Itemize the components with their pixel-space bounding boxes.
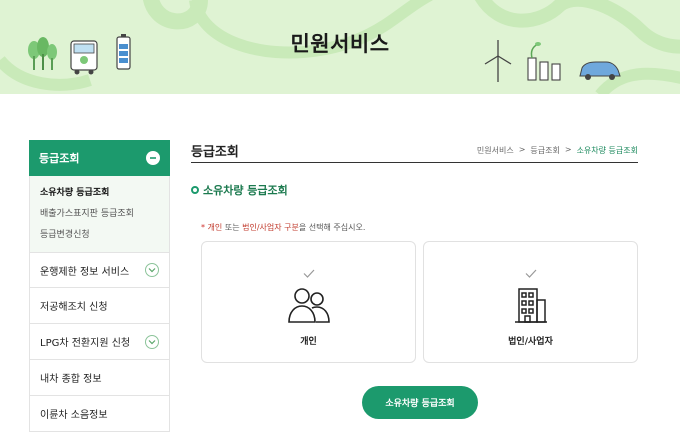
- breadcrumb-current: 소유차량 등급조회: [576, 146, 638, 155]
- check-icon: [202, 263, 415, 282]
- submenu-item-grade-change[interactable]: 등급변경신청: [40, 225, 169, 246]
- breadcrumb-item[interactable]: 민원서비스: [477, 145, 514, 156]
- sidebar-item-motorcycle-noise[interactable]: 이륜차 소음정보: [29, 396, 170, 432]
- expand-icon[interactable]: [145, 263, 159, 277]
- sidebar-item-label: 저공해조치 신청: [40, 302, 108, 313]
- sidebar-item-label: 등급조회: [39, 152, 80, 165]
- selection-notice: * 개인 또는 법인/사업자 구분을 선택해 주십시오.: [201, 222, 365, 233]
- submenu-item-emission-label[interactable]: 배출가스표지판 등급조회: [40, 204, 169, 225]
- check-icon: [424, 263, 637, 282]
- notice-option-personal: 개인: [207, 223, 223, 232]
- page-banner-title: 민원서비스: [290, 32, 390, 56]
- option-card-label: 개인: [300, 337, 317, 347]
- banner: 민원서비스: [0, 0, 680, 94]
- page-title: 등급조회: [191, 145, 239, 160]
- notice-text: 또는: [224, 223, 240, 232]
- expand-icon[interactable]: [145, 334, 159, 349]
- page-header: 등급조회 민원서비스 > 등급조회 > 소유차량 등급조회: [191, 140, 638, 163]
- sidebar-item-restriction-info[interactable]: 운행제한 정보 서비스: [29, 252, 170, 288]
- notice-text: 을 선택해 주십시오.: [298, 223, 366, 232]
- sidebar-submenu: 소유차량 등급조회 배출가스표지판 등급조회 등급변경신청: [29, 176, 170, 252]
- submenu-item-own-vehicle[interactable]: 소유차량 등급조회: [40, 183, 169, 204]
- section-title-text: 소유차량 등급조회: [203, 184, 288, 197]
- main-content: 등급조회 민원서비스 > 등급조회 > 소유차량 등급조회 소유차량 등급조회 …: [191, 140, 638, 419]
- sidebar-item-label: 내차 종합 정보: [40, 374, 102, 385]
- required-mark: *: [201, 223, 205, 232]
- building-icon: [424, 286, 637, 324]
- option-card-label: 법인/사업자: [508, 337, 553, 347]
- sidebar-item-vehicle-info[interactable]: 내차 종합 정보: [29, 360, 170, 396]
- notice-option-corporate: 법인/사업자 구분: [242, 223, 299, 232]
- sidebar-item-lpg-conversion[interactable]: LPG차 전환지원 신청: [29, 324, 170, 360]
- breadcrumb-separator: >: [564, 145, 572, 154]
- sidebar-item-label: 운행제한 정보 서비스: [40, 266, 130, 278]
- breadcrumb-item[interactable]: 등급조회: [530, 145, 559, 156]
- car-icon: [579, 61, 621, 80]
- collapse-icon[interactable]: [146, 151, 160, 165]
- option-card-corporate[interactable]: 법인/사업자: [423, 241, 638, 363]
- vehicle-grade-search-button[interactable]: 소유차량 등급조회: [362, 386, 478, 419]
- sidebar-item-label: LPG차 전환지원 신청: [40, 338, 131, 349]
- breadcrumb-separator: >: [518, 145, 526, 154]
- sidebar-item-low-emission[interactable]: 저공해조치 신청: [29, 288, 170, 324]
- breadcrumb: 민원서비스 > 등급조회 > 소유차량 등급조회: [477, 145, 638, 156]
- section-title: 소유차량 등급조회: [191, 182, 288, 198]
- sidebar-nav: 등급조회 소유차량 등급조회 배출가스표지판 등급조회 등급변경신청 운행제한 …: [29, 140, 170, 432]
- ring-bullet-icon: [191, 186, 199, 194]
- people-icon: [202, 286, 415, 324]
- sidebar-item-label: 이륜차 소음정보: [40, 410, 108, 421]
- sidebar-item-grade-inquiry[interactable]: 등급조회: [29, 140, 170, 176]
- option-card-personal[interactable]: 개인: [201, 241, 416, 363]
